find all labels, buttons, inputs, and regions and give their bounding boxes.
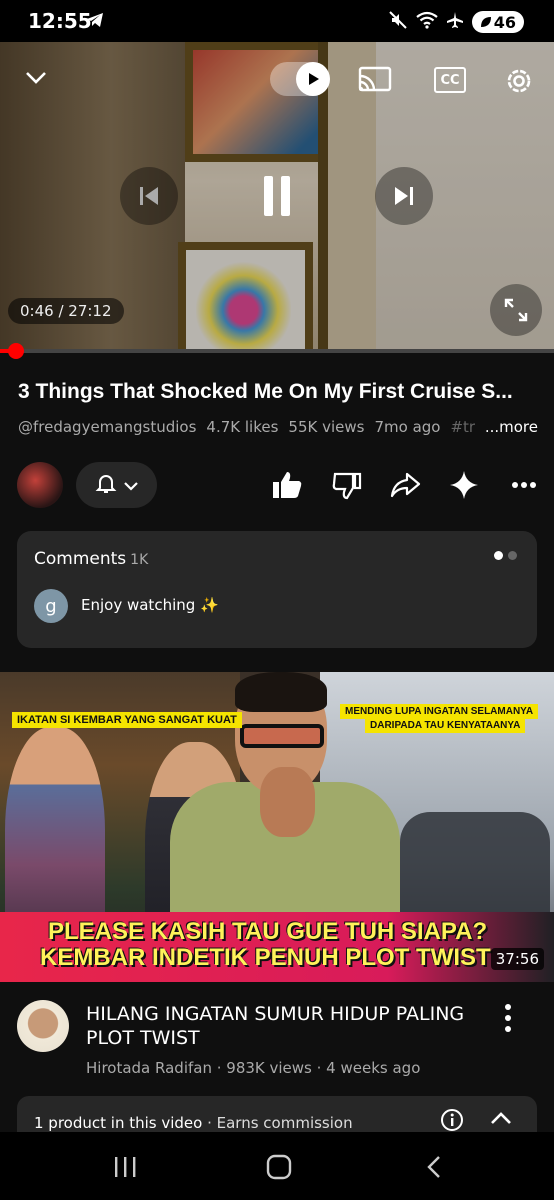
time-display: 0:46 / 27:12 xyxy=(8,298,124,324)
next-video-title[interactable]: HILANG INGATAN SUMUR HIDUP PALING PLOT T… xyxy=(86,1002,486,1050)
thumb-caption-right-1: MENDING LUPA INGATAN SELAMANYA xyxy=(340,704,539,719)
comments-heading: Comments 1K xyxy=(34,549,148,569)
telegram-icon xyxy=(86,12,104,32)
fullscreen-icon[interactable] xyxy=(490,284,542,336)
chevron-down-icon[interactable] xyxy=(20,62,52,94)
home-icon[interactable] xyxy=(266,1154,292,1184)
upload-age: 7mo ago xyxy=(374,418,441,436)
sparkle-icon[interactable] xyxy=(447,468,481,502)
thumb-caption-right-2: DARIPADA TAU KENYATAANYA xyxy=(365,718,526,733)
carousel-dots xyxy=(494,551,517,560)
chevron-up-icon[interactable] xyxy=(489,1110,513,1130)
next-video-thumbnail[interactable]: IKATAN SI KEMBAR YANG SANGAT KUAT MENDIN… xyxy=(0,672,554,982)
cast-icon[interactable] xyxy=(356,62,394,98)
thumb-banner: PLEASE KASIH TAU GUE TUH SIAPA? KEMBAR I… xyxy=(0,912,554,982)
airplane-icon xyxy=(446,11,464,33)
presenter-glasses xyxy=(240,724,324,748)
autoplay-knob xyxy=(296,62,330,96)
thumb-banner-line-2: KEMBAR INDETIK PENUH PLOT TWIST xyxy=(40,944,491,971)
video-duration: 37:56 xyxy=(490,948,544,970)
like-count: 4.7K likes xyxy=(206,418,279,436)
share-icon[interactable] xyxy=(388,468,422,502)
comments-title: Comments xyxy=(34,549,127,569)
comments-count: 1K xyxy=(130,552,149,568)
video-title[interactable]: 3 Things That Shocked Me On My First Cru… xyxy=(18,380,538,404)
thumb-banner-line-1: PLEASE KASIH TAU GUE TUH SIAPA? xyxy=(48,918,488,945)
comment-text: Enjoy watching ✨ xyxy=(81,596,219,614)
status-time: 12:55 xyxy=(28,9,92,33)
dislike-icon[interactable] xyxy=(330,468,364,502)
thumb-table-scene xyxy=(400,812,550,912)
product-sub: · Earns commission xyxy=(202,1114,353,1132)
autoplay-toggle-icon[interactable] xyxy=(270,62,330,96)
comments-card[interactable]: Comments 1K g Enjoy watching ✨ xyxy=(17,531,537,648)
subscription-bell-button[interactable] xyxy=(76,462,157,508)
leaf-icon xyxy=(480,13,492,32)
wifi-icon xyxy=(416,11,438,33)
video-meta[interactable]: @fredagyemangstudios 4.7K likes 55K view… xyxy=(18,418,538,436)
commenter-avatar: g xyxy=(34,589,68,623)
progress-bar[interactable] xyxy=(0,343,554,359)
product-text: 1 product in this video · Earns commissi… xyxy=(34,1114,353,1132)
settings-icon[interactable] xyxy=(500,62,538,100)
back-icon[interactable] xyxy=(424,1154,444,1184)
channel-handle[interactable]: @fredagyemangstudios xyxy=(18,418,196,436)
presenter-hair xyxy=(235,672,327,712)
captions-label: CC xyxy=(434,67,466,93)
system-nav-bar xyxy=(0,1132,554,1200)
hashtag[interactable]: #travelg xyxy=(450,418,474,436)
battery-indicator: 46 xyxy=(471,11,524,33)
pause-icon[interactable] xyxy=(240,159,314,233)
next-channel-avatar[interactable] xyxy=(17,1000,69,1052)
battery-level: 46 xyxy=(493,12,516,32)
next-video-meta: Hirotada Radifan · 983K views · 4 weeks … xyxy=(86,1059,421,1077)
bell-icon xyxy=(95,472,117,498)
next-video-menu-icon[interactable] xyxy=(505,1004,511,1032)
like-icon[interactable] xyxy=(270,468,304,502)
progress-scrubber[interactable] xyxy=(7,343,24,359)
more-link[interactable]: ...more xyxy=(485,418,538,436)
status-bar: 12:55 46 xyxy=(0,0,554,42)
next-icon[interactable] xyxy=(375,167,433,225)
video-player[interactable]: CC 0:46 / 27:12 xyxy=(0,42,554,352)
captions-icon[interactable]: CC xyxy=(432,64,468,96)
action-row xyxy=(0,460,554,510)
mute-icon xyxy=(388,10,408,34)
thumb-caption-left: IKATAN SI KEMBAR YANG SANGAT KUAT xyxy=(12,712,242,728)
channel-avatar[interactable] xyxy=(17,462,63,508)
product-label: 1 product in this video xyxy=(34,1114,203,1132)
more-options-icon[interactable] xyxy=(507,468,541,502)
recents-icon[interactable] xyxy=(112,1154,138,1184)
product-strip[interactable]: 1 product in this video · Earns commissi… xyxy=(17,1096,537,1136)
previous-icon[interactable] xyxy=(120,167,178,225)
chevron-down-icon xyxy=(123,476,139,495)
presenter-hand xyxy=(260,767,315,837)
view-count: 55K views xyxy=(288,418,365,436)
